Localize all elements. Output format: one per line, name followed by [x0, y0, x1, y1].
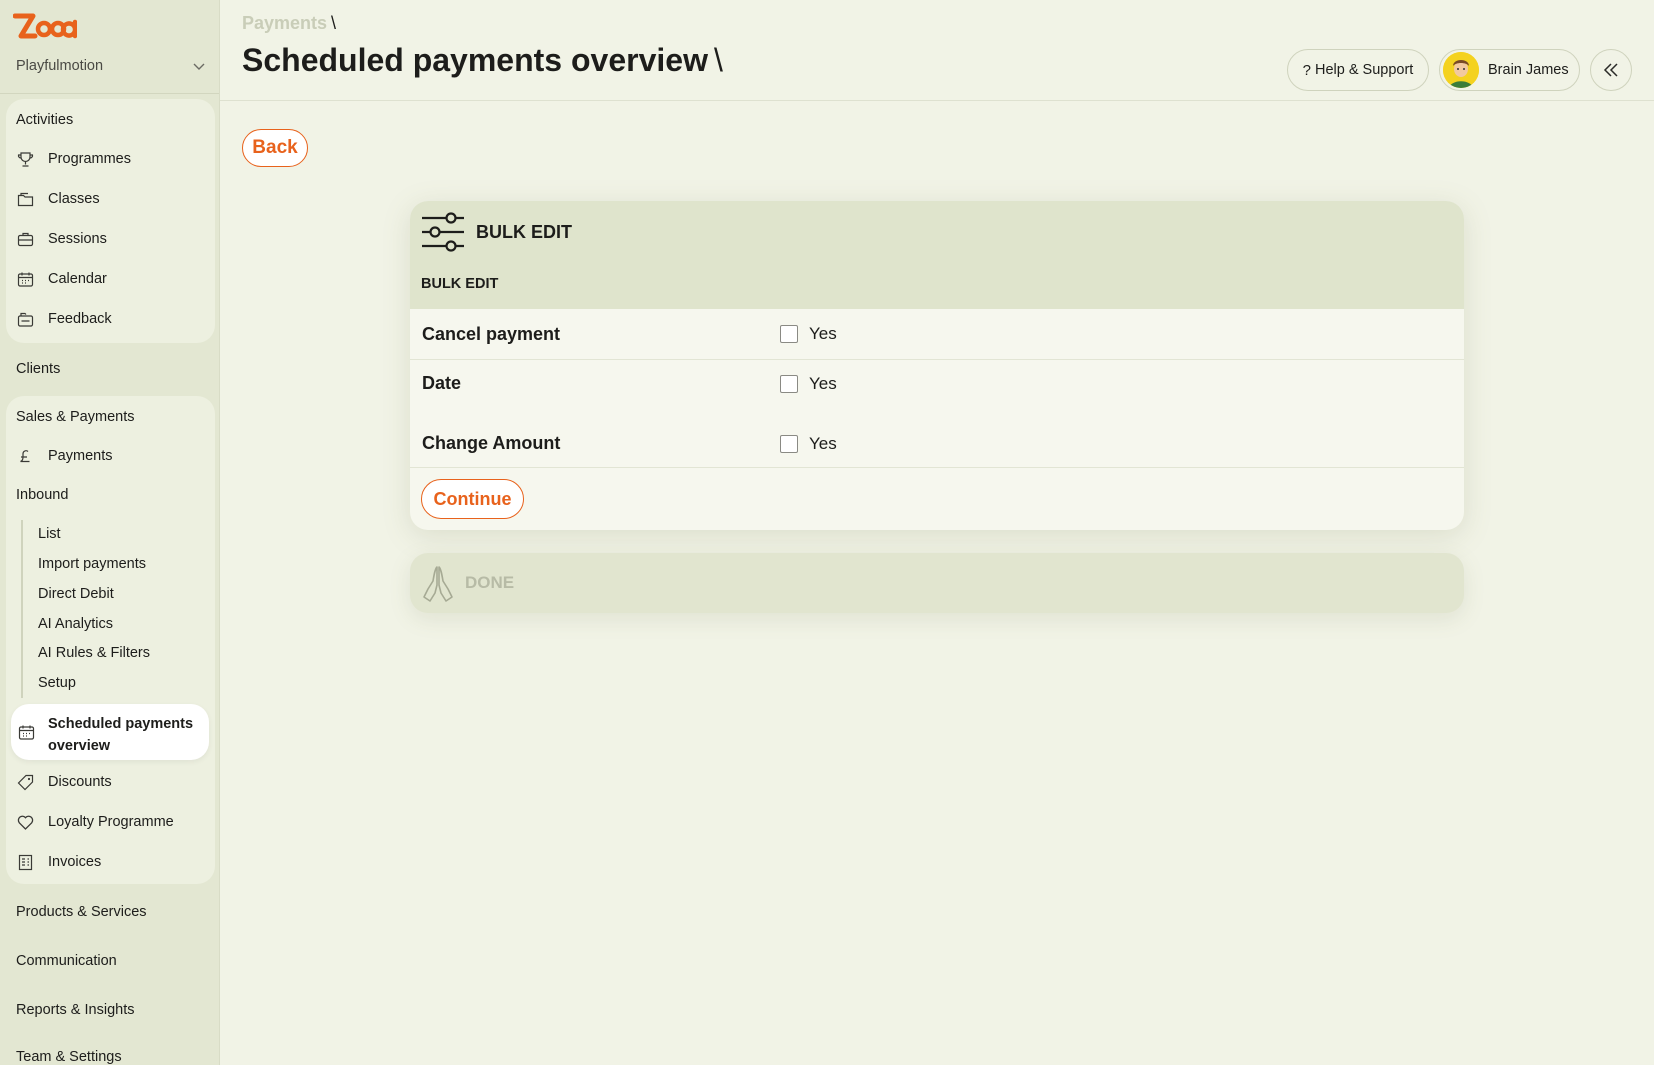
sidebar-item-classes[interactable]: Classes	[16, 184, 206, 214]
back-button[interactable]: Back	[242, 129, 308, 167]
page-title-text: Scheduled payments overview	[242, 42, 708, 78]
activities-group: Activities Programmes Classes Sessions C…	[6, 99, 215, 343]
briefcase-icon	[17, 232, 33, 246]
sidebar-item-loyalty-programme[interactable]: Loyalty Programme	[16, 807, 206, 837]
page-header: Payments \ Scheduled payments overview \ ?…	[220, 0, 1654, 101]
row-cancel-payment: Cancel payment Yes	[410, 309, 1464, 359]
zoola-logo[interactable]	[13, 12, 77, 42]
organisation-name: Playfulmotion	[16, 58, 104, 74]
bulk-edit-header: BULK EDIT BULK EDIT	[410, 201, 1464, 309]
sidebar: Playfulmotion Activities Programmes Clas…	[0, 0, 220, 1065]
user-menu-button[interactable]: Brain James	[1439, 49, 1580, 91]
sidebar-item-label: Feedback	[48, 311, 112, 327]
sidebar-subitem-list[interactable]: List	[38, 526, 61, 542]
avatar	[1443, 52, 1479, 88]
sidebar-item-sessions[interactable]: Sessions	[16, 224, 206, 254]
sidebar-item-payments[interactable]: Payments	[16, 441, 206, 471]
trophy-icon	[17, 151, 33, 167]
sidebar-item-label: Classes	[48, 191, 100, 207]
breadcrumb: Payments \	[242, 13, 336, 34]
sidebar-subitem-ai-analytics[interactable]: AI Analytics	[38, 616, 113, 632]
user-name: Brain James	[1488, 62, 1569, 78]
change-amount-yes-label[interactable]: Yes	[809, 434, 837, 454]
sidebar-item-clients[interactable]: Clients	[16, 361, 60, 377]
sidebar-subitem-ai-rules-filters[interactable]: AI Rules & Filters	[38, 645, 150, 661]
sidebar-item-label: Calendar	[48, 271, 107, 287]
sidebar-item-label: Programmes	[48, 151, 131, 167]
change-amount-label: Change Amount	[422, 433, 561, 453]
organisation-select[interactable]: Playfulmotion	[16, 52, 206, 80]
sidebar-item-label: Payments	[48, 448, 113, 464]
sidebar-item-reports-insights[interactable]: Reports & Insights	[16, 1002, 134, 1018]
sidebar-divider	[0, 93, 219, 94]
bulk-edit-card: BULK EDIT BULK EDIT Cancel payment Yes D…	[410, 201, 1464, 530]
sidebar-item-team-settings[interactable]: Team & Settings	[16, 1049, 122, 1065]
change-amount-checkbox[interactable]	[780, 435, 798, 453]
activities-title[interactable]: Activities	[16, 112, 73, 128]
chevron-down-icon	[193, 63, 205, 70]
done-step-card: DONE	[410, 553, 1464, 613]
sidebar-item-communication[interactable]: Communication	[16, 953, 117, 969]
cancel-payment-checkbox[interactable]	[780, 325, 798, 343]
bulk-edit-subtitle: BULK EDIT	[421, 276, 499, 292]
calendar-icon	[17, 272, 33, 287]
praying-hands-icon	[423, 566, 453, 602]
date-label: Date	[422, 373, 462, 393]
date-yes-label[interactable]: Yes	[809, 374, 837, 394]
calendar-icon	[18, 725, 35, 740]
invoice-icon	[18, 854, 32, 870]
sales-payments-title[interactable]: Sales & Payments	[16, 409, 134, 425]
sidebar-item-programmes[interactable]: Programmes	[16, 144, 206, 174]
row-divider	[410, 467, 1464, 468]
feedback-icon	[17, 312, 33, 327]
inbound-sub-list: List Import payments Direct Debit AI Ana…	[21, 520, 201, 698]
sidebar-item-label: Scheduled payments overview	[48, 716, 194, 754]
sidebar-item-label: Loyalty Programme	[48, 814, 174, 830]
sidebar-item-label: Discounts	[48, 774, 112, 790]
continue-button[interactable]: Continue	[421, 479, 524, 519]
breadcrumb-payments-link[interactable]: Payments	[242, 13, 327, 33]
sidebar-item-products-services[interactable]: Products & Services	[16, 904, 147, 920]
row-date-amount: Date Yes Change Amount Yes	[410, 360, 1464, 467]
help-support-label: Help & Support	[1315, 62, 1414, 78]
folder-icon	[17, 192, 33, 206]
sidebar-item-label: Sessions	[48, 231, 107, 247]
pound-coin-icon	[19, 449, 29, 462]
cancel-payment-yes-label[interactable]: Yes	[809, 324, 837, 344]
sidebar-subitem-setup[interactable]: Setup	[38, 675, 76, 691]
sidebar-item-scheduled-payments-overview[interactable]: Scheduled payments overview	[11, 704, 209, 760]
sidebar-item-calendar[interactable]: Calendar	[16, 264, 206, 294]
tag-icon	[17, 774, 33, 790]
bulk-edit-title: BULK EDIT	[476, 222, 572, 242]
double-chevron-left-icon	[1603, 63, 1618, 77]
collapse-sidebar-button[interactable]	[1590, 49, 1632, 91]
cancel-payment-label: Cancel payment	[422, 324, 561, 344]
done-title: DONE	[465, 573, 515, 592]
question-mark-icon: ?	[1302, 61, 1311, 79]
sidebar-subitem-direct-debit[interactable]: Direct Debit	[38, 586, 114, 602]
sidebar-item-invoices[interactable]: Invoices	[16, 847, 206, 877]
help-support-button[interactable]: ? Help & Support	[1287, 49, 1429, 91]
breadcrumb-separator: \	[331, 13, 337, 33]
sliders-icon	[422, 212, 464, 252]
sidebar-item-discounts[interactable]: Discounts	[16, 767, 206, 797]
heart-icon	[17, 815, 33, 830]
date-checkbox[interactable]	[780, 375, 798, 393]
page-title: Scheduled payments overview \	[242, 42, 723, 79]
sidebar-item-inbound[interactable]: Inbound	[16, 487, 68, 503]
sidebar-subitem-import-payments[interactable]: Import payments	[38, 556, 146, 572]
title-separator: \	[713, 42, 723, 78]
sidebar-item-feedback[interactable]: Feedback	[16, 304, 206, 334]
sidebar-item-label: Invoices	[48, 854, 102, 870]
